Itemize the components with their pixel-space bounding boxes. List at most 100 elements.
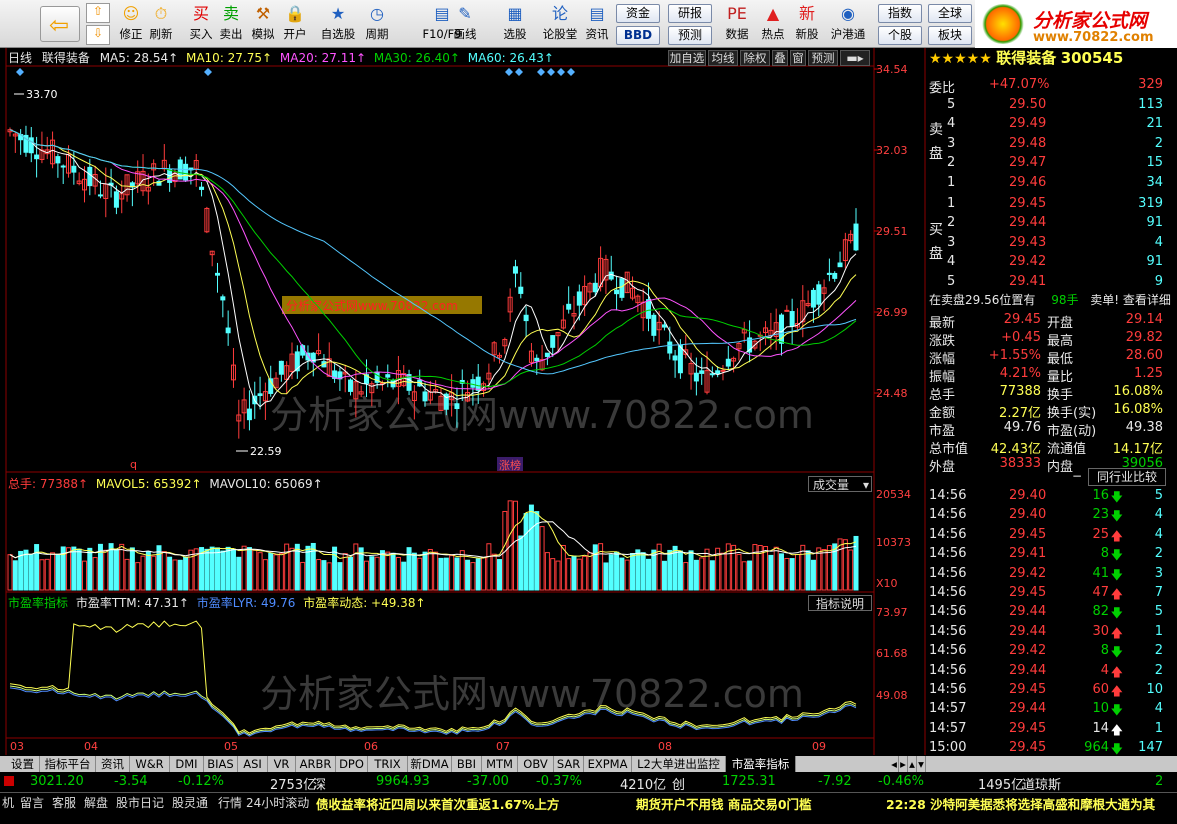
bid-price: 29.41 — [1009, 273, 1047, 289]
scroll-right-icon[interactable]: ▸ — [899, 756, 908, 772]
indicator-tab[interactable]: DPO — [336, 756, 368, 772]
stat-label: 内盘 — [1047, 460, 1074, 475]
tick-row: 14:57 29.44 10 🡇 4 — [929, 700, 1167, 719]
bid-row[interactable]: 1 29.45 319 — [929, 195, 1167, 214]
volume-bar — [124, 558, 130, 591]
scroll-up-icon[interactable]: ▴ — [908, 756, 917, 772]
indicator-tab[interactable]: VR — [268, 756, 296, 772]
chart-header-button[interactable]: 窗 — [790, 50, 806, 66]
pe-header: 市盈率指标 市盈率TTM: 47.31↑ 市盈率LYR: 49.76 市盈率动态… — [8, 595, 426, 611]
chart-header-button[interactable]: 除权 — [740, 50, 770, 66]
cy-label: 创 — [672, 778, 686, 793]
bottom-menu-item[interactable]: 股灵通 — [172, 794, 208, 811]
indicator-tab[interactable]: ASI — [238, 756, 268, 772]
indicator-tab[interactable]: SAR — [554, 756, 584, 772]
industry-compare-button[interactable]: 同行业比较 — [1088, 468, 1166, 486]
tick-time: 14:56 — [929, 546, 967, 562]
news-ticker-3[interactable]: 22:28 沙特阿美据悉将选择高盛和摩根大通为其 — [886, 794, 1155, 813]
tick-price: 29.42 — [1009, 643, 1047, 659]
indicator-tab[interactable]: 市盈率指标 — [726, 756, 796, 772]
big-order-notice[interactable]: 在卖盘29.56位置有 98手 卖单! 查看详细 — [929, 292, 1171, 308]
compare-collapse-button[interactable]: − — [1072, 468, 1082, 484]
indicator-tab[interactable]: OBV — [518, 756, 554, 772]
cy-pct: -0.46% — [878, 774, 924, 789]
ask-row[interactable]: 5 29.50 113 — [929, 96, 1167, 115]
indicator-tab[interactable]: L2大单进出监控 — [632, 756, 726, 772]
ask-volume: 34 — [1146, 174, 1163, 190]
ask-price: 29.48 — [1009, 135, 1047, 151]
indicator-tab[interactable]: 资讯 — [96, 756, 130, 772]
ask-row[interactable]: 4 29.49 21 — [929, 115, 1167, 134]
indicator-tab[interactable]: TRIX — [368, 756, 408, 772]
bottom-menu-item[interactable]: 机 — [2, 794, 14, 811]
low-price-label: 22.59 — [250, 445, 282, 458]
indicator-tab[interactable]: 设置 — [6, 756, 40, 772]
volume-bar — [720, 552, 726, 591]
ask-price: 29.49 — [1009, 116, 1047, 132]
indicator-select[interactable]: 成交量 ▾ — [808, 476, 872, 492]
indicator-help-button[interactable]: 指标说明 — [808, 595, 872, 611]
notice-text: 在卖盘29.56位置有 — [929, 293, 1036, 307]
sh-index: 3021.20 — [30, 774, 84, 789]
candle-body — [592, 282, 598, 293]
ask-price: 29.46 — [1009, 174, 1047, 190]
chart-header-button[interactable]: 叠 — [772, 50, 788, 66]
chart-header-button[interactable]: 预测 — [808, 50, 838, 66]
indicator-tab[interactable]: 指标平台 — [40, 756, 96, 772]
bottom-menu-item[interactable]: 客服 — [52, 794, 76, 811]
indicator-tab[interactable]: EXPMA — [584, 756, 632, 772]
period-label[interactable]: 日线 — [8, 51, 32, 65]
indicator-tab[interactable]: W&R — [130, 756, 170, 772]
ask-row[interactable]: 1 29.46 34 — [929, 174, 1167, 193]
stat-value: +1.55% — [988, 348, 1041, 363]
bottom-menu-item[interactable]: 留言 — [20, 794, 44, 811]
bid-row[interactable]: 2 29.44 91 — [929, 214, 1167, 233]
ask-row[interactable]: 2 29.47 15 — [929, 154, 1167, 173]
volume-bar — [50, 552, 56, 591]
volume-bar — [257, 552, 263, 591]
bid-row[interactable]: 3 29.43 4 — [929, 234, 1167, 253]
ask-row[interactable]: 3 29.48 2 — [929, 135, 1167, 154]
tick-row: 14:56 29.45 47 🡅 7 — [929, 584, 1167, 603]
tick-volume: 8 — [1100, 546, 1109, 562]
weibi-label: 委比 — [929, 81, 956, 96]
chart-menu-icon[interactable]: ▬▸ — [840, 50, 870, 66]
tick-price: 29.45 — [1009, 682, 1047, 697]
notice-link[interactable]: 卖单! 查看详细 — [1090, 293, 1171, 307]
scroll-left-icon[interactable]: ◂ — [890, 756, 899, 772]
bottom-menu-item[interactable]: 24小时滚动 — [246, 794, 309, 811]
candle-body — [725, 358, 731, 367]
volume-bar — [794, 554, 800, 591]
news-ticker-1[interactable]: 债收益率将近四周以来首次重返1.67%上方 — [316, 794, 559, 813]
indicator-tab[interactable]: BBI — [452, 756, 482, 772]
tick-volume: 10 — [1092, 701, 1109, 717]
volume-bar — [800, 544, 806, 591]
bottom-menu-item[interactable]: 股市日记 — [116, 794, 164, 811]
chart-header-button[interactable]: 加自选 — [668, 50, 706, 66]
dj-value: 2 — [1155, 774, 1164, 789]
bottom-menu-item[interactable]: 行情 — [218, 794, 242, 811]
bottom-menu-item[interactable]: 解盘 — [84, 794, 108, 811]
volume-bar — [135, 562, 141, 591]
candle-body — [385, 374, 391, 378]
bid-row[interactable]: 4 29.42 91 — [929, 253, 1167, 272]
price-axis-label: 24.48 — [876, 387, 908, 400]
bid-row[interactable]: 5 29.41 9 — [929, 273, 1167, 292]
scroll-down-icon[interactable]: ▾ — [917, 756, 926, 772]
volume-bar — [34, 544, 40, 591]
tick-count: 1 — [1154, 720, 1163, 736]
indicator-tab[interactable]: ARBR — [296, 756, 336, 772]
volume-bar — [113, 548, 119, 591]
indicator-tab[interactable]: BIAS — [204, 756, 238, 772]
chart-header-button[interactable]: 均线 — [708, 50, 738, 66]
news-ticker-2[interactable]: 期货开户不用钱 商品交易0门槛 — [636, 794, 812, 813]
sz-index: 9964.93 — [376, 774, 430, 789]
indicator-tab[interactable]: MTM — [482, 756, 518, 772]
volume-bar — [273, 554, 279, 591]
volume-bar — [305, 545, 311, 591]
indicator-tab[interactable]: DMI — [170, 756, 204, 772]
volume-bar — [417, 557, 423, 591]
candle-body — [257, 393, 263, 396]
indicator-tab[interactable]: 新DMA — [408, 756, 452, 772]
candle-body — [699, 370, 705, 374]
